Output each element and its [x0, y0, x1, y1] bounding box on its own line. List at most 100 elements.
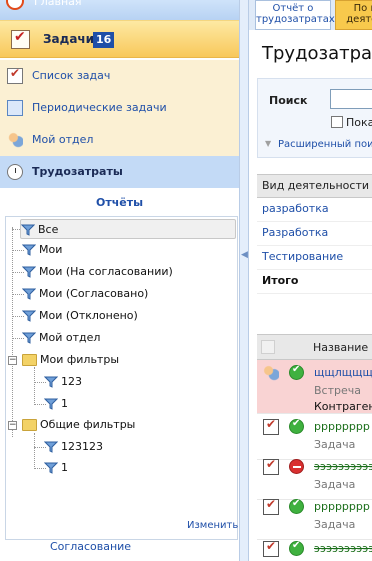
tree-node-my-department[interactable]: Мой отдел — [22, 328, 100, 348]
sidebar-item-label: Мой отдел — [32, 133, 94, 146]
filter-icon — [22, 243, 36, 257]
filter-icon — [22, 331, 36, 345]
tree-node-common-filter[interactable]: 1 — [44, 458, 68, 478]
row-title-link[interactable]: щщлщщщщщ — [314, 366, 372, 379]
collapse-toggle[interactable]: − — [8, 421, 17, 430]
row-title-link[interactable]: рррррррр — [314, 420, 370, 433]
tree-node-all[interactable]: Все — [20, 219, 236, 239]
tree-node-label: 1 — [61, 397, 68, 410]
activity-total-row: Итого — [257, 270, 372, 294]
filter-icon — [44, 440, 58, 454]
nav-home[interactable]: Главная — [0, 0, 239, 20]
task-icon — [263, 457, 279, 475]
tab-by-activity[interactable]: По в деятел — [335, 0, 372, 30]
nav-tasks-header[interactable]: Задачи 16 — [0, 20, 239, 58]
folder-icon — [22, 354, 37, 366]
sidebar-item-task-list[interactable]: Список задач — [0, 60, 239, 92]
table-row[interactable]: рррррррр Задача — [257, 494, 372, 540]
tree-node-common-filter[interactable]: 123123 — [44, 437, 103, 457]
clock-icon — [7, 164, 23, 180]
advanced-search-link[interactable]: Расширенный поис — [278, 139, 372, 150]
folder-icon — [22, 419, 37, 431]
sidebar-item-labor-costs[interactable]: Трудозатраты — [0, 156, 239, 188]
sidebar-item-periodic-tasks[interactable]: Периодические задачи — [0, 92, 239, 124]
tasks-grid-header: Название — [257, 334, 372, 360]
filter-icon — [21, 223, 35, 237]
tree-connector — [34, 433, 35, 469]
task-icon — [263, 497, 279, 515]
sidebar-item-label: Периодические задачи — [32, 101, 167, 114]
tree-node-my-filter[interactable]: 123 — [44, 372, 82, 392]
tree-node-label: Мои фильтры — [40, 353, 120, 366]
tree-node-mine-approved[interactable]: Мои (Согласовано) — [22, 284, 148, 304]
search-label: Поиск — [269, 94, 308, 107]
task-icon — [263, 417, 279, 435]
task-icon — [263, 539, 279, 557]
periodic-tasks-icon — [7, 100, 23, 116]
sidebar-item-label: Список задач — [32, 69, 111, 82]
status-ok-icon — [289, 498, 304, 514]
reports-tree: Все Мои Мои (На согласовании) Мои (Согла… — [5, 216, 238, 540]
table-row[interactable]: щщлщщщщщ Встреча Контрагент — [257, 360, 372, 414]
filter-icon — [22, 309, 36, 323]
collapse-toggle[interactable]: − — [8, 356, 17, 365]
filter-icon — [44, 375, 58, 389]
column-icon-placeholder — [261, 340, 275, 354]
tree-folder-my-filters[interactable]: Мои фильтры — [22, 350, 119, 370]
activity-row[interactable]: Разработка — [257, 222, 372, 246]
search-option-checkbox[interactable] — [331, 116, 343, 128]
activity-column-header[interactable]: Вид деятельности — [257, 174, 372, 198]
tab-labor-report[interactable]: Отчёт о трудозатратах — [255, 0, 335, 30]
table-row[interactable]: ээээээээээ — [257, 536, 372, 561]
tree-node-label: 123 — [61, 375, 82, 388]
filter-icon — [44, 397, 58, 411]
reports-header: Отчёты — [95, 196, 144, 209]
tree-folder-common-filters[interactable]: Общие фильтры — [22, 415, 135, 435]
search-input[interactable] — [330, 89, 372, 109]
search-panel: Поиск Пока ▼ Расширенный поис — [257, 78, 372, 158]
approval-link[interactable]: Согласование — [50, 540, 131, 553]
report-tabs: Отчёт о трудозатратах По в деятел — [249, 0, 372, 30]
sidebar-item-label: Трудозатраты — [32, 165, 123, 178]
sidebar-item-my-department[interactable]: Мой отдел — [0, 124, 239, 156]
row-title-link[interactable]: рррррррр — [314, 500, 370, 513]
tree-node-label: Мои (На согласовании) — [39, 265, 173, 278]
tree-node-label: Мой отдел — [39, 331, 101, 344]
panel-splitter[interactable]: ◀ — [239, 0, 249, 561]
filter-icon — [22, 265, 36, 279]
row-type: Задача — [314, 438, 356, 451]
tasks-title: Задачи — [43, 32, 95, 46]
activity-row[interactable]: разработка — [257, 198, 372, 222]
tree-node-label: 1 — [61, 461, 68, 474]
filter-icon — [44, 461, 58, 475]
tree-connector — [12, 227, 13, 437]
home-icon — [6, 0, 24, 10]
row-extra: Контрагент — [314, 400, 372, 413]
tree-node-mine-pending[interactable]: Мои (На согласовании) — [22, 262, 173, 282]
row-type: Встреча — [314, 384, 361, 397]
page-title: Трудозатраты — [262, 43, 372, 64]
tasks-icon — [11, 29, 30, 49]
task-list-icon — [7, 66, 23, 84]
people-icon — [263, 365, 279, 381]
chevron-down-icon: ▼ — [265, 139, 272, 148]
status-ok-icon — [289, 418, 304, 434]
tree-node-label: 123123 — [61, 440, 103, 453]
name-column-header[interactable]: Название — [313, 341, 368, 354]
row-title-link[interactable]: ээээээээээ — [314, 460, 372, 473]
main-content: Отчёт о трудозатратах По в деятел Трудоз… — [249, 0, 372, 561]
tree-node-mine[interactable]: Мои — [22, 240, 62, 260]
edit-filters-link[interactable]: Изменить — [187, 520, 238, 531]
row-title-link[interactable]: ээээээээээ — [314, 542, 372, 555]
activity-row[interactable]: Тестирование — [257, 246, 372, 270]
department-icon — [7, 132, 23, 148]
collapse-left-arrow-icon[interactable]: ◀ — [241, 250, 248, 260]
search-option-label: Пока — [346, 116, 372, 129]
tree-node-label: Мои (Согласовано) — [39, 287, 149, 300]
status-ok-icon — [289, 540, 304, 556]
tree-node-my-filter[interactable]: 1 — [44, 394, 68, 414]
tree-node-label: Мои — [39, 243, 63, 256]
status-rejected-icon — [289, 459, 304, 474]
tree-node-mine-rejected[interactable]: Мои (Отклонено) — [22, 306, 138, 326]
tree-connector — [34, 367, 35, 405]
